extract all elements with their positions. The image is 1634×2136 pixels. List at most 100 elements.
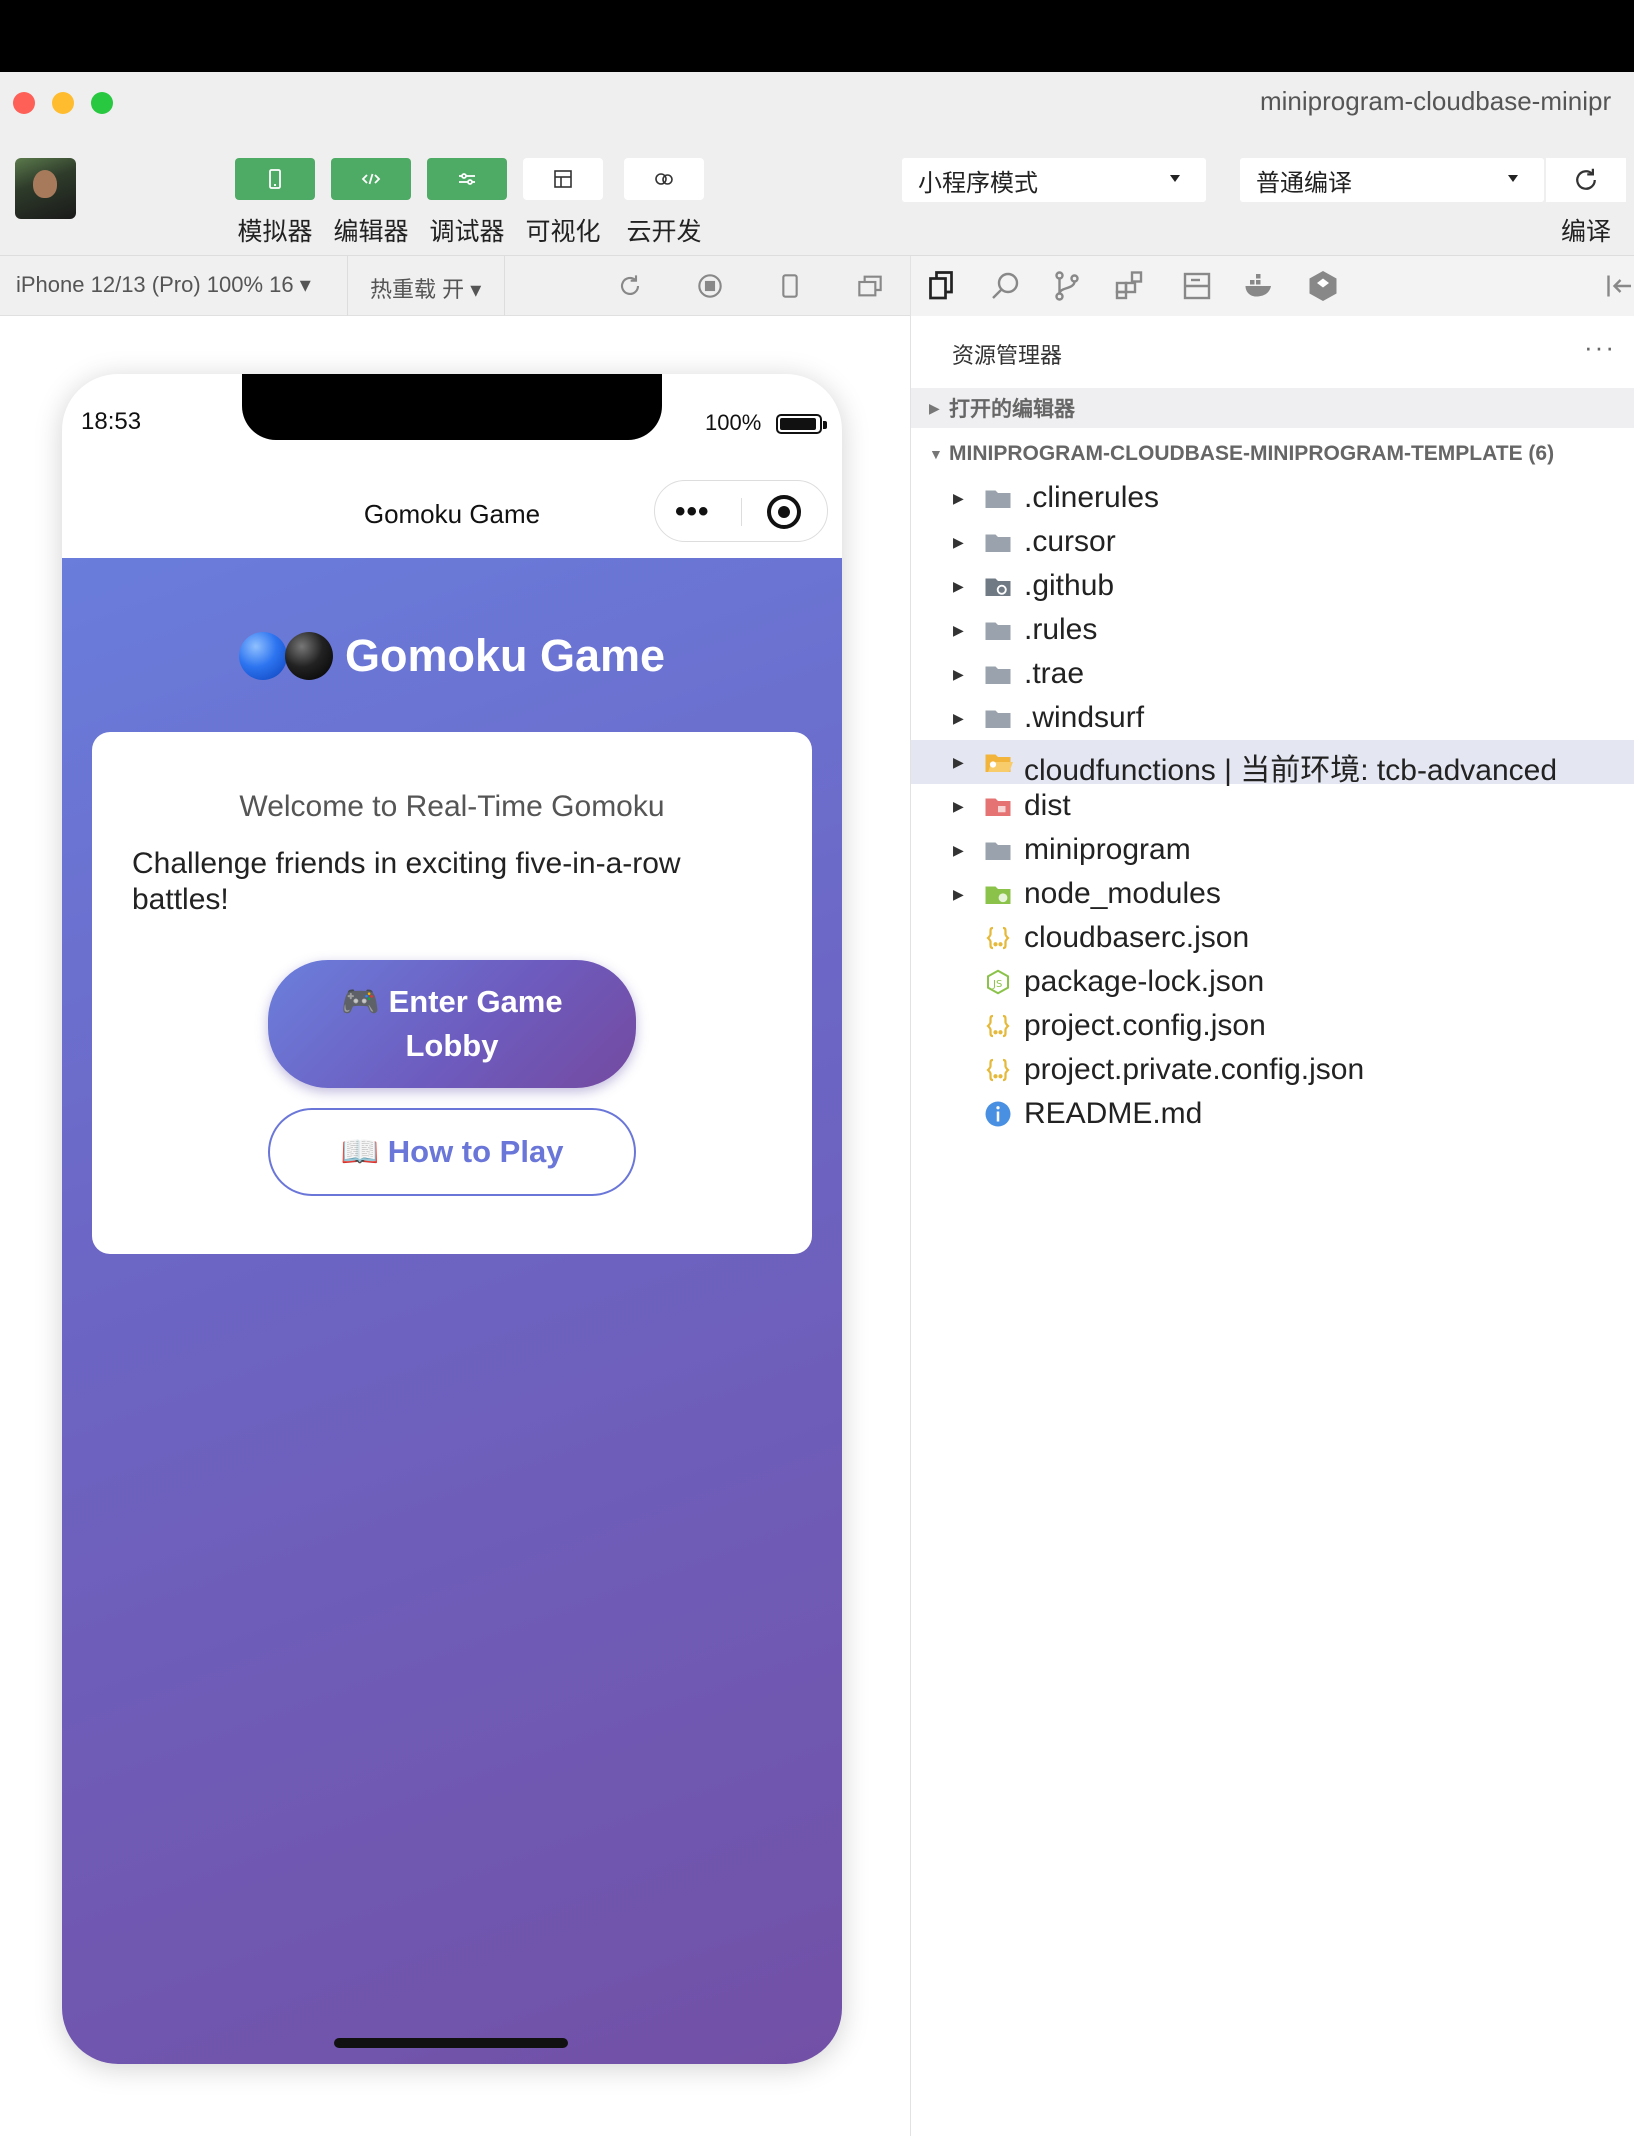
project-section[interactable]: ▼ MINIPROGRAM-CLOUDBASE-MINIPROGRAM-TEMP…: [911, 434, 1634, 474]
tree-item-label: cloudbaserc.json: [1024, 921, 1250, 954]
info-icon: [985, 1101, 1011, 1127]
tree-item-trae[interactable]: ▶ .trae: [911, 652, 1634, 696]
more-icon[interactable]: •••: [675, 495, 710, 529]
simulator-toolbar: iPhone 12/13 (Pro) 100% 16 ▾ 热重载 开 ▾: [0, 256, 910, 316]
enter-lobby-line1: 🎮 Enter Game: [341, 984, 563, 1019]
blue-stone-icon: [238, 632, 287, 680]
close-miniprogram-icon[interactable]: [767, 495, 801, 529]
phone-notch: [242, 374, 662, 440]
tree-item-project-config[interactable]: project.config.json: [911, 1004, 1634, 1048]
tree-item-label: .rules: [1024, 613, 1098, 646]
refresh-icon: [1576, 168, 1596, 190]
editor-label: 编辑器: [333, 218, 409, 246]
battery-icon: [776, 414, 827, 434]
folder-icon: [985, 622, 1011, 640]
extensions-icon[interactable]: [1111, 268, 1147, 304]
collapse-panel-icon[interactable]: [1601, 268, 1634, 304]
chevron-down-icon: [1508, 175, 1518, 182]
tree-item-package-lock[interactable]: JS package-lock.json: [911, 960, 1634, 1004]
open-editors-label: 打开的编辑器: [949, 398, 1075, 421]
close-window-button[interactable]: [13, 92, 35, 114]
compile-select[interactable]: 普通编译: [1240, 158, 1544, 202]
enter-lobby-line2: Lobby: [405, 1028, 499, 1063]
cloud-dev-label: 云开发: [626, 218, 702, 246]
chevron-right-icon: ▶: [929, 399, 940, 416]
folder-icon: [985, 490, 1011, 508]
folder-icon: [985, 534, 1011, 552]
git-branch-icon[interactable]: [1049, 268, 1085, 304]
chevron-right-icon: ▶: [953, 577, 964, 594]
tree-item-label: .github: [1024, 569, 1115, 602]
chevron-right-icon: ▶: [953, 533, 964, 550]
tree-item-node-modules[interactable]: ▶ node_modules: [911, 872, 1634, 916]
files-icon[interactable]: [923, 268, 959, 304]
chevron-down-icon: [1170, 175, 1180, 182]
chevron-right-icon: ▶: [953, 489, 964, 506]
tree-item-rules[interactable]: ▶ .rules: [911, 608, 1634, 652]
tree-item-label: miniprogram: [1024, 833, 1191, 866]
tree-item-clinerules[interactable]: ▶ .clinerules: [911, 476, 1634, 520]
tree-item-windsurf[interactable]: ▶ .windsurf: [911, 696, 1634, 740]
device-icon[interactable]: [774, 270, 806, 302]
rotate-icon[interactable]: [614, 270, 646, 302]
cloud-folder-icon: [985, 754, 1013, 772]
tree-item-label: dist: [1024, 789, 1071, 822]
chevron-right-icon: ▶: [953, 753, 964, 770]
enter-lobby-button[interactable]: 🎮 Enter Game Lobby: [268, 960, 636, 1088]
tree-item-github[interactable]: ▶ .github: [911, 564, 1634, 608]
avatar[interactable]: [15, 158, 76, 219]
activity-bar: [911, 256, 1634, 316]
debugger-label: 调试器: [429, 218, 505, 246]
folder-icon: [985, 710, 1011, 728]
game-title-text: Gomoku Game: [344, 630, 666, 681]
detach-window-icon[interactable]: [854, 270, 886, 302]
chevron-down-icon: ▼: [929, 446, 943, 462]
code-icon: [361, 173, 381, 185]
search-icon[interactable]: [987, 268, 1023, 304]
layout-icon: [554, 170, 572, 188]
folder-icon: [985, 666, 1011, 684]
json-icon: [986, 926, 1010, 950]
tree-item-label: project.private.config.json: [1024, 1053, 1365, 1086]
chevron-right-icon: ▶: [953, 621, 964, 638]
tree-item-label: .clinerules: [1024, 481, 1160, 514]
simulator-button[interactable]: [235, 158, 315, 200]
device-select[interactable]: iPhone 12/13 (Pro) 100% 16 ▾: [16, 272, 311, 298]
capsule-menu[interactable]: •••: [654, 480, 828, 542]
tree-item-miniprogram[interactable]: ▶ miniprogram: [911, 828, 1634, 872]
mode-select[interactable]: 小程序模式: [902, 158, 1206, 202]
cloud-dev-button[interactable]: [624, 158, 704, 200]
docker-icon[interactable]: [1241, 268, 1277, 304]
chevron-right-icon: ▶: [953, 841, 964, 858]
tree-item-readme[interactable]: README.md: [911, 1092, 1634, 1136]
how-to-play-button[interactable]: 📖 How to Play: [268, 1108, 636, 1196]
folder-icon: [985, 842, 1011, 860]
hot-reload-toggle[interactable]: 热重载 开 ▾: [370, 272, 481, 304]
storage-icon[interactable]: [1179, 268, 1215, 304]
stop-icon[interactable]: [694, 270, 726, 302]
open-editors-section[interactable]: ▶ 打开的编辑器: [911, 388, 1634, 428]
debugger-button[interactable]: [427, 158, 507, 200]
dist-folder-icon: [985, 798, 1011, 816]
tree-item-cursor[interactable]: ▶ .cursor: [911, 520, 1634, 564]
tree-item-cloudbaserc[interactable]: cloudbaserc.json: [911, 916, 1634, 960]
tree-item-dist[interactable]: ▶ dist: [911, 784, 1634, 828]
welcome-card: Welcome to Real-Time Gomoku Challenge fr…: [92, 732, 812, 1254]
tagline-text: Challenge friends in exciting five-in-a-…: [132, 847, 681, 916]
black-stone-icon: [284, 632, 333, 680]
maximize-window-button[interactable]: [91, 92, 113, 114]
minimize-window-button[interactable]: [52, 92, 74, 114]
tree-item-project-private-config[interactable]: project.private.config.json: [911, 1048, 1634, 1092]
node-folder-icon: [985, 886, 1011, 904]
project-label: MINIPROGRAM-CLOUDBASE-MINIPROGRAM-TEMPLA…: [949, 442, 1555, 465]
more-actions-icon[interactable]: ···: [1584, 332, 1616, 363]
cloudbase-icon[interactable]: [1305, 268, 1341, 304]
github-folder-icon: [985, 578, 1011, 596]
compile-button[interactable]: [1546, 158, 1626, 202]
compile-label: 编译: [1560, 218, 1611, 246]
chevron-right-icon: ▶: [953, 665, 964, 682]
editor-button[interactable]: [331, 158, 411, 200]
tree-item-cloudfunctions[interactable]: ▶ cloudfunctions | 当前环境: tcb-advanced: [911, 740, 1634, 787]
battery-percent: 100%: [705, 410, 762, 435]
visual-button[interactable]: [523, 158, 603, 200]
